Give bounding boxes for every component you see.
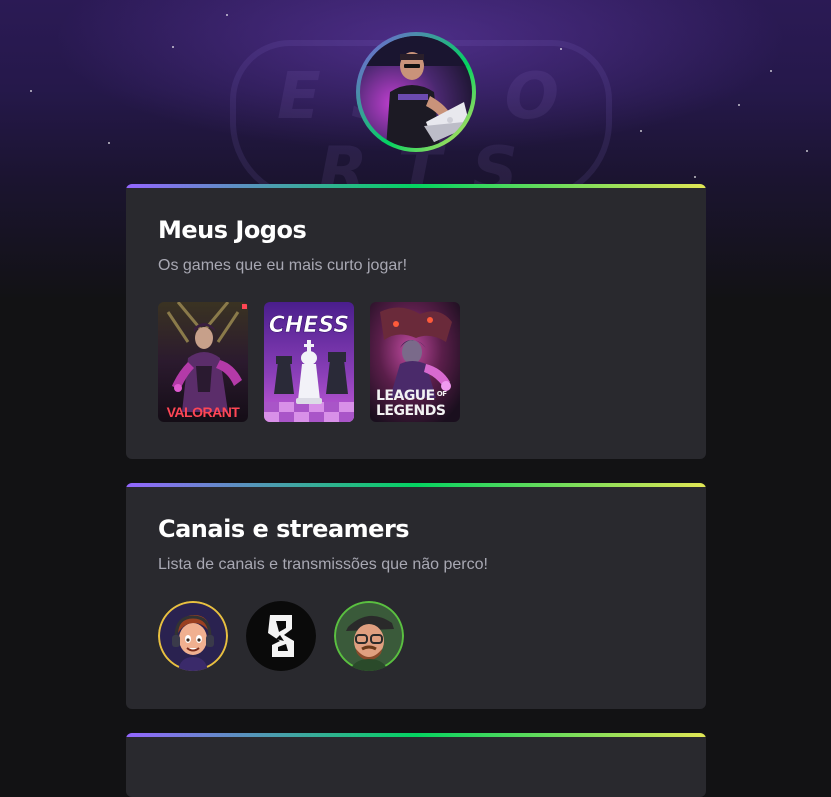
chess-cover-icon[interactable]: CHESS (264, 302, 354, 422)
streamers-list (158, 601, 674, 671)
valorant-cover-icon[interactable]: VALORANT (158, 302, 248, 422)
gamer-avatar-photo-icon (360, 36, 472, 148)
league-title-line2: LEGENDS (376, 403, 446, 419)
league-of-word: OF (437, 390, 447, 398)
league-word: LEAGUE (376, 388, 435, 404)
section-title: Meus Jogos (158, 216, 307, 244)
next-section-card (126, 733, 706, 797)
my-games-card: Meus Jogos Os games que eu mais curto jo… (126, 184, 706, 459)
games-list: VALORANT CHESS LEAGUE OF LEGENDS (158, 302, 674, 422)
section-subtitle: Lista de canais e transmissões que não p… (158, 556, 488, 573)
valorant-title: VALORANT (167, 404, 241, 420)
streamer-logo-avatar-icon[interactable] (246, 601, 316, 671)
chess-title: CHESS (269, 313, 350, 338)
league-of-legends-cover-icon[interactable]: LEAGUE OF LEGENDS (370, 302, 460, 422)
streamer-cartoon-headset-avatar-icon[interactable] (158, 601, 228, 671)
streamer-cartoon-cap-avatar-icon[interactable] (334, 601, 404, 671)
section-subtitle: Os games que eu mais curto jogar! (158, 257, 408, 274)
profile-avatar[interactable] (356, 32, 476, 152)
section-title: Canais e streamers (158, 515, 410, 543)
streamers-card: Canais e streamers Lista de canais e tra… (126, 483, 706, 709)
